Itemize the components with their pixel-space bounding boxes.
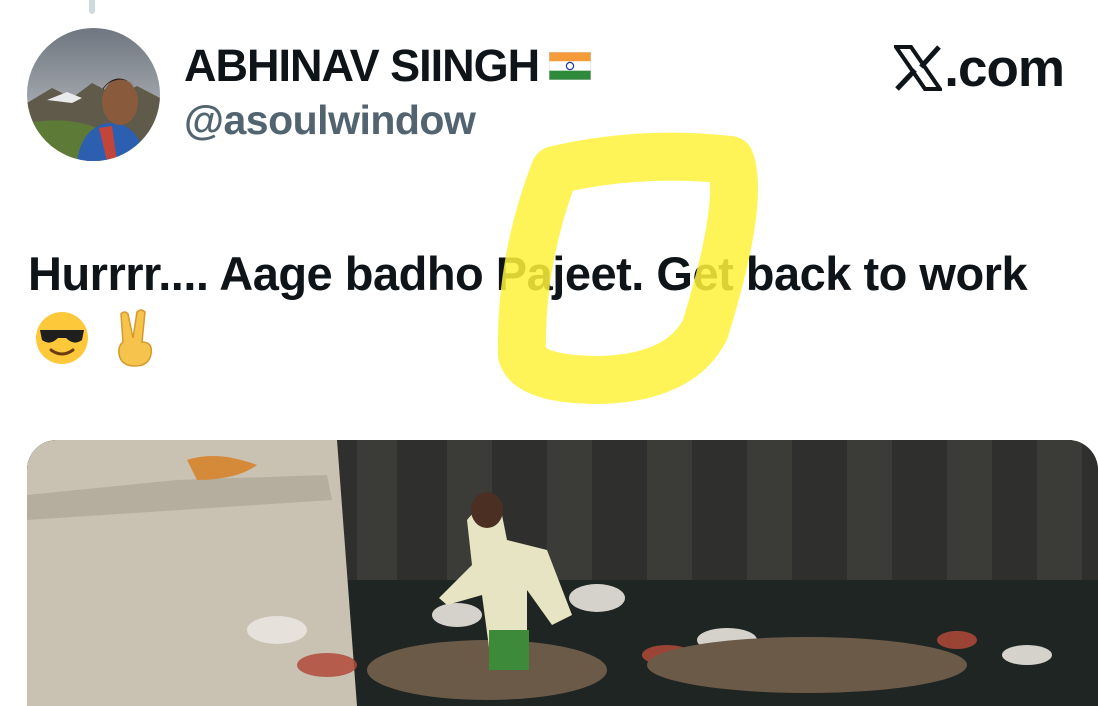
avatar[interactable] <box>27 28 160 161</box>
x-com-label: .com <box>944 38 1065 98</box>
x-logo-icon <box>894 45 943 91</box>
victory-hand-emoji-icon <box>109 308 159 386</box>
sunglasses-emoji-icon <box>34 310 90 384</box>
x-com-watermark: .com <box>894 38 1065 98</box>
display-name-text: ABHINAV SIINGH <box>184 40 540 91</box>
display-name[interactable]: ABHINAV SIINGH <box>184 39 592 92</box>
india-flag-icon <box>548 39 592 91</box>
tweet-body: Hurrrr.... Aage badho Pajeet. Get back t… <box>28 240 1068 386</box>
tweet-media-image[interactable] <box>27 440 1098 706</box>
tweet-text: Hurrrr.... Aage badho Pajeet. Get back t… <box>28 247 1028 300</box>
user-handle[interactable]: @asoulwindow <box>184 97 476 144</box>
thread-connector-line <box>89 0 95 14</box>
